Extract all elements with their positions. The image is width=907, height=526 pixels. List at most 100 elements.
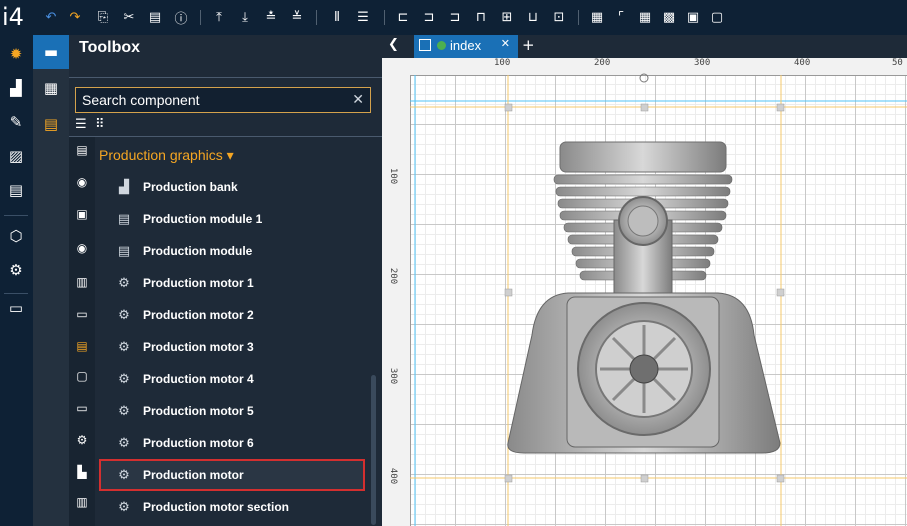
- list-item[interactable]: ⚙ Production motor 6: [99, 427, 365, 459]
- toolbar-separator: [200, 10, 201, 25]
- eye-icon[interactable]: ◉: [73, 239, 91, 257]
- toolbox-panel: Toolbox ✕ ☰ ⠿ ▤ ◉ ▣ ◉ ▥ ▭ ▤ ▢ ▭ ⚙ ▙ ▥ Pr…: [69, 35, 382, 526]
- pen-icon[interactable]: ✎: [5, 111, 27, 133]
- motor-icon: ⚙: [118, 467, 130, 483]
- toolbox-icon[interactable]: ▬: [33, 35, 69, 69]
- item-label: Production motor 3: [143, 340, 254, 354]
- cut-icon[interactable]: ✂: [120, 8, 138, 26]
- button-icon[interactable]: ▭: [73, 399, 91, 417]
- list-item[interactable]: ▤ Production module 1: [99, 203, 365, 235]
- image-icon[interactable]: ▨: [5, 145, 27, 167]
- align-left-icon[interactable]: ⊏: [394, 8, 412, 26]
- list-item[interactable]: ⚙ Production motor section: [99, 491, 365, 523]
- gears-icon[interactable]: ⚙: [73, 431, 91, 449]
- grid-view-icon[interactable]: ⠿: [95, 118, 111, 132]
- list-item-selected[interactable]: ⚙ Production motor: [99, 459, 365, 491]
- toolbar-separator: [384, 10, 385, 25]
- motor-icon: ⚙: [118, 339, 130, 355]
- editor-area: ❮ index ✕ + 100 200 300 400 50 100 200 3…: [382, 35, 907, 526]
- rail-separator: [4, 215, 28, 216]
- document-icon[interactable]: ▤: [33, 107, 69, 141]
- item-label: Production motor 4: [143, 372, 254, 386]
- align-top-icon[interactable]: ⤒: [210, 8, 228, 26]
- ungroup-icon[interactable]: ▢: [708, 8, 726, 26]
- list-item[interactable]: ⚙ Production motor 5: [99, 395, 365, 427]
- chart-icon[interactable]: ▟: [5, 77, 27, 99]
- main-nav-rail: ✹ ▟ ✎ ▨ ▤ ⬡ ⚙ ▭: [0, 35, 33, 526]
- bank-icon: ▟: [119, 179, 129, 195]
- search-box: ✕: [75, 87, 371, 113]
- rail-separator: [4, 293, 28, 294]
- list-item[interactable]: ▟ Production bank: [99, 171, 365, 203]
- redo-icon[interactable]: ↷: [66, 8, 84, 26]
- distribute-vertical-icon[interactable]: ⦀: [328, 8, 346, 26]
- align-right-icon[interactable]: ⊐: [446, 8, 464, 26]
- paste-icon[interactable]: ▤: [146, 8, 164, 26]
- list-icon[interactable]: ▤: [73, 141, 91, 159]
- tank-icon[interactable]: ▥: [73, 493, 91, 511]
- send-back-icon[interactable]: ≚: [288, 8, 306, 26]
- info-icon[interactable]: ⓘ: [172, 8, 190, 27]
- item-label: Production module: [143, 244, 253, 258]
- component-list: ▟ Production bank ▤ Production module 1 …: [99, 171, 365, 523]
- align-middle-icon[interactable]: ⊞: [498, 8, 516, 26]
- snap-icon[interactable]: ▩: [660, 8, 678, 26]
- list-item[interactable]: ⚙ Production motor 4: [99, 363, 365, 395]
- item-label: Production bank: [143, 180, 238, 194]
- table-icon[interactable]: ▦: [636, 8, 654, 26]
- gear-icon[interactable]: ✹: [5, 43, 27, 65]
- motor-icon: ⚙: [118, 499, 130, 515]
- toolbar-separator: [316, 10, 317, 25]
- production-motor-graphic[interactable]: [507, 141, 781, 454]
- list-view-icon[interactable]: ☰: [75, 118, 91, 132]
- panel-switcher: ▬ ▦ ▤: [33, 35, 69, 526]
- cube-icon[interactable]: ⬡: [5, 225, 27, 247]
- list-item[interactable]: ⚙ Production motor 2: [99, 299, 365, 331]
- properties-icon[interactable]: ▦: [33, 71, 69, 105]
- distribute-horizontal-icon[interactable]: ☰: [354, 8, 372, 26]
- list-item[interactable]: ⚙ Production motor 1: [99, 267, 365, 299]
- item-label: Production motor section: [143, 500, 290, 514]
- gear-monitor-icon[interactable]: ⚙: [5, 259, 27, 281]
- toolbar-separator: [578, 10, 579, 25]
- group-icon[interactable]: ▣: [684, 8, 702, 26]
- item-label: Production motor 5: [143, 404, 254, 418]
- close-icon[interactable]: ✕: [352, 91, 364, 108]
- item-label: Production motor 6: [143, 436, 254, 450]
- scrollbar[interactable]: [371, 375, 376, 525]
- bring-front-icon[interactable]: ≛: [262, 8, 280, 26]
- list-item[interactable]: ⚙ Production motor 3: [99, 331, 365, 363]
- align-bottom-edge-icon[interactable]: ⊔: [524, 8, 542, 26]
- lock-icon[interactable]: ◉: [73, 173, 91, 191]
- search-input[interactable]: [76, 88, 348, 112]
- undo-icon[interactable]: ↶: [42, 8, 60, 26]
- camera-icon[interactable]: ▣: [73, 205, 91, 223]
- guide-icon[interactable]: ⌜: [612, 8, 630, 26]
- align-bottom-icon[interactable]: ⤓: [236, 8, 254, 26]
- grid-icon[interactable]: ▦: [588, 8, 606, 26]
- frame-icon[interactable]: ▢: [73, 367, 91, 385]
- item-label: Production motor: [143, 468, 244, 482]
- item-label: Production motor 2: [143, 308, 254, 322]
- archive-icon[interactable]: ▭: [5, 297, 27, 319]
- center-icon[interactable]: ⊡: [550, 8, 568, 26]
- motor-icon: ⚙: [118, 403, 130, 419]
- category-column: ▤ ◉ ▣ ◉ ▥ ▭ ▤ ▢ ▭ ⚙ ▙ ▥: [69, 137, 95, 526]
- module-icon: ▤: [117, 211, 131, 227]
- motor-icon: ⚙: [118, 275, 130, 291]
- align-top-edge-icon[interactable]: ⊓: [472, 8, 490, 26]
- motor-icon: ⚙: [118, 435, 130, 451]
- list-box-icon[interactable]: ▤: [73, 337, 91, 355]
- group-header-production-graphics[interactable]: Production graphics ▾: [99, 147, 234, 164]
- list-item[interactable]: ▤ Production module: [99, 235, 365, 267]
- top-toolbar: i4 ↶ ↷ ⎘ ✂ ▤ ⓘ ⤒ ⤓ ≛ ≚ ⦀ ☰ ⊏ ⊐ ⊐ ⊓ ⊞ ⊔ ⊡…: [0, 0, 907, 35]
- align-center-icon[interactable]: ⊐: [420, 8, 438, 26]
- book-icon[interactable]: ▥: [73, 273, 91, 291]
- pump-icon[interactable]: ▙: [73, 463, 91, 481]
- toolbox-title: Toolbox: [79, 39, 141, 56]
- divider: [69, 136, 382, 137]
- rotate-handle[interactable]: [639, 73, 649, 83]
- rectangle-icon[interactable]: ▭: [73, 305, 91, 323]
- list-icon[interactable]: ▤: [5, 179, 27, 201]
- copy-icon[interactable]: ⎘: [94, 8, 112, 26]
